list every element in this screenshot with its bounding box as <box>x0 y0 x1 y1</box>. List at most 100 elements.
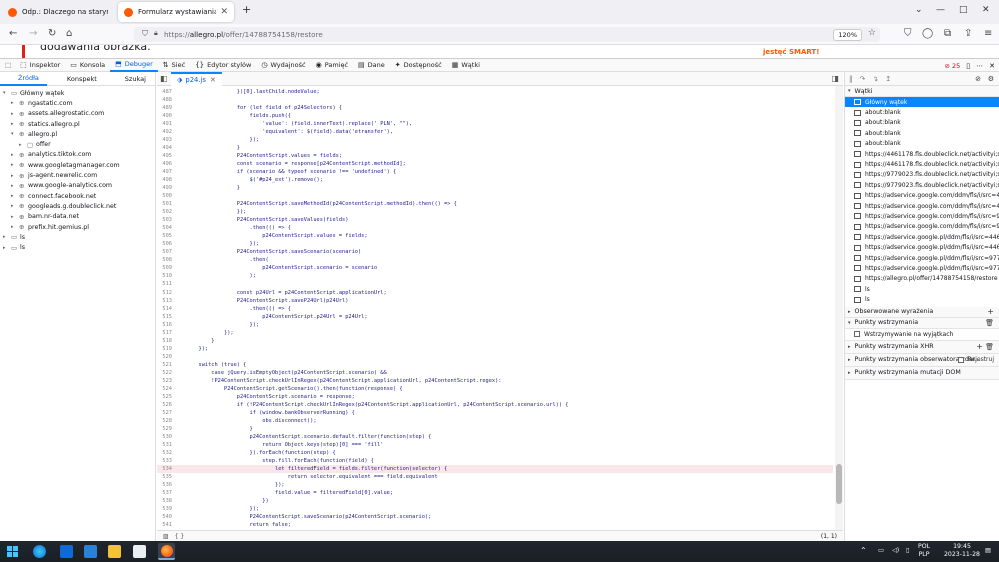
tab-zrodla[interactable]: Źródła <box>0 72 47 86</box>
code-line[interactable]: 488 <box>157 96 833 104</box>
caret-right-icon[interactable]: ▸ <box>19 142 27 148</box>
editor-tab-p24[interactable]: ⬗ p24.js ✕ <box>171 72 222 86</box>
thread-item[interactable]: https://9779023.fls.doubleclick.net/acti… <box>845 170 999 180</box>
event-listener-section-header[interactable]: ▸ Punkty wstrzymania obserwatora zdar...… <box>845 353 999 367</box>
breakpoints-section-header[interactable]: ▾ Punkty wstrzymania 🗑︎ <box>845 317 999 329</box>
code-line[interactable]: 516 }); <box>157 321 833 329</box>
tray-chevron-icon[interactable]: ⌃ <box>860 547 867 555</box>
code-line[interactable]: 494 } <box>157 144 833 152</box>
line-number[interactable]: 520 <box>157 353 172 361</box>
reload-button[interactable]: ↻ <box>48 28 56 39</box>
code-line[interactable]: 515 p24ContentScript.p24Url = p24Url; <box>157 313 833 321</box>
close-window-button[interactable]: ✕ <box>982 5 990 15</box>
code-line[interactable]: 526 if (!P24ContentScript.checkUrlInRege… <box>157 401 833 409</box>
code-line[interactable]: 521 switch (true) { <box>157 361 833 369</box>
code-line[interactable]: 512 const p24Url = p24ContentScript.appl… <box>157 289 833 297</box>
code-line[interactable]: 487 })[0].lastChild.nodeValue; <box>157 88 833 96</box>
more-options-icon[interactable]: ⋯ <box>976 62 983 70</box>
code-line[interactable]: 504 .then(() => { <box>157 224 833 232</box>
code-line[interactable]: 493 }); <box>157 136 833 144</box>
caret-right-icon[interactable]: ▸ <box>11 121 19 127</box>
caret-right-icon[interactable]: ▸ <box>11 193 19 199</box>
volume-icon[interactable]: ◁) <box>892 547 899 555</box>
thread-item[interactable]: https://adservice.google.pl/ddm/fls/i/sr… <box>845 232 999 242</box>
code-line[interactable]: 505 p24ContentScript.values = fields; <box>157 232 833 240</box>
clock[interactable]: 19:45 2023-11-28 <box>944 543 980 559</box>
thread-item[interactable]: Główny wątek <box>845 97 999 108</box>
thread-item[interactable]: about:blank <box>845 139 999 149</box>
code-line[interactable]: 495 P24ContentScript.values = fields; <box>157 152 833 160</box>
line-number[interactable]: 524 <box>157 385 172 393</box>
code-line[interactable]: 530 p24ContentScript.scenario.default.fi… <box>157 433 833 441</box>
firefox-taskbar-button[interactable] <box>158 543 175 560</box>
line-number[interactable]: 500 <box>157 192 172 200</box>
notifications-icon[interactable]: ▤ <box>985 547 991 555</box>
source-tree-item[interactable]: ▾ ▭ Główny wątek <box>0 88 155 98</box>
line-number[interactable]: 498 <box>157 176 172 184</box>
code-line[interactable]: 519 }); <box>157 345 833 353</box>
line-number[interactable]: 506 <box>157 240 172 248</box>
code-line[interactable]: 511 <box>157 280 833 288</box>
code-line[interactable]: 536 }); <box>157 481 833 489</box>
code-line[interactable]: 532 }).forEach(function(step) { <box>157 449 833 457</box>
line-number[interactable]: 503 <box>157 216 172 224</box>
maximize-button[interactable]: □ <box>959 5 968 15</box>
settings-icon[interactable]: ⚙ <box>988 75 994 83</box>
close-tab-icon[interactable]: ✕ <box>220 7 228 17</box>
step-over-icon[interactable]: ↷ <box>860 75 866 83</box>
caret-right-icon[interactable]: ▸ <box>11 111 19 117</box>
code-line[interactable]: 528 obs.disconnect(); <box>157 417 833 425</box>
xhr-section-header[interactable]: ▸ Punkty wstrzymania XHR + 🗑︎ <box>845 340 999 354</box>
line-number[interactable]: 539 <box>157 505 172 513</box>
code-line[interactable]: 502 }); <box>157 208 833 216</box>
windows-start-icon[interactable] <box>7 546 18 557</box>
line-number[interactable]: 519 <box>157 345 172 353</box>
code-line[interactable]: 541 return false; <box>157 521 833 529</box>
pocket-icon[interactable]: ⛉ <box>904 28 912 39</box>
caret-right-icon[interactable]: ▸ <box>11 203 19 209</box>
caret-down-icon[interactable]: ▾ <box>11 131 19 137</box>
watch-section-header[interactable]: ▸ Obserwowane wyrażenia + <box>845 306 999 318</box>
edge-icon[interactable] <box>33 545 46 558</box>
log-events-checkbox[interactable] <box>957 356 964 363</box>
back-button[interactable]: ← <box>9 28 17 39</box>
dom-mutation-section-header[interactable]: ▸ Punkty wstrzymania mutacji DOM <box>845 366 999 380</box>
thread-item[interactable]: https://adservice.google.com/ddm/fls/i/s… <box>845 201 999 211</box>
code-line[interactable]: 535 return selector.equivalent === field… <box>157 473 833 481</box>
line-number[interactable]: 537 <box>157 489 172 497</box>
code-line[interactable]: 490 fields.push({ <box>157 112 833 120</box>
code-line[interactable]: 508 .then( <box>157 256 833 264</box>
responsive-mode-icon[interactable]: ▯ <box>966 62 970 70</box>
minimize-button[interactable]: — <box>936 5 945 15</box>
line-number[interactable]: 528 <box>157 417 172 425</box>
tool-siec[interactable]: ⇅ Sieć <box>158 59 190 72</box>
line-number[interactable]: 510 <box>157 272 172 280</box>
code-line[interactable]: 518 } <box>157 337 833 345</box>
line-number[interactable]: 489 <box>157 104 172 112</box>
thread-item[interactable]: https://adservice.google.pl/ddm/fls/i/sr… <box>845 242 999 252</box>
step-in-icon[interactable]: ↴ <box>872 75 878 83</box>
editor-scrollbar[interactable] <box>835 86 843 530</box>
code-line[interactable]: 497 if (scenario && typeof scenario !== … <box>157 168 833 176</box>
line-number[interactable]: 538 <box>157 497 172 505</box>
pretty-print-button[interactable]: { } <box>175 533 185 540</box>
caret-right-icon[interactable]: ▸ <box>3 234 11 240</box>
caret-down-icon[interactable]: ▾ <box>3 90 11 96</box>
element-picker-icon[interactable]: ⬚ <box>0 59 15 72</box>
source-tree-item[interactable]: ▸ ⊕ www.google-analytics.com <box>0 181 155 191</box>
tab-odp[interactable]: Odp.: Dlaczego na starym form <box>2 2 114 22</box>
line-number[interactable]: 488 <box>157 96 172 104</box>
line-number[interactable]: 521 <box>157 361 172 369</box>
close-tab-icon[interactable]: ✕ <box>210 76 216 84</box>
deactivate-breakpoints-icon[interactable]: ⊘ <box>975 75 981 83</box>
line-number[interactable]: 515 <box>157 313 172 321</box>
line-number[interactable]: 501 <box>157 200 172 208</box>
line-number[interactable]: 499 <box>157 184 172 192</box>
code-line[interactable]: 529 } <box>157 425 833 433</box>
thread-item[interactable]: about:blank <box>845 128 999 138</box>
line-number[interactable]: 505 <box>157 232 172 240</box>
code-line[interactable]: 531 return Object.keys(step)[0] === 'fil… <box>157 441 833 449</box>
close-devtools-icon[interactable]: ✕ <box>989 62 995 70</box>
extensions-icon[interactable]: ⧉ <box>944 28 951 39</box>
line-number[interactable]: 504 <box>157 224 172 232</box>
